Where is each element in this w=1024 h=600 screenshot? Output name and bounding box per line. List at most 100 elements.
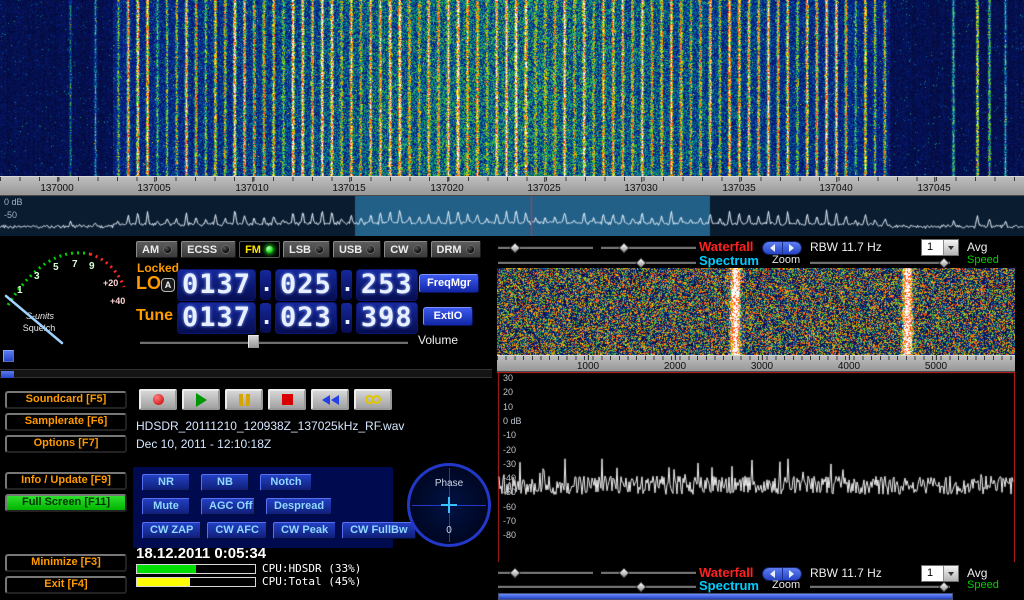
waterfall-contrast-slider[interactable]	[498, 244, 593, 253]
cw-fullbw-button[interactable]: CW FullBw	[342, 522, 415, 539]
avg-select[interactable]: 1	[921, 239, 959, 256]
smeter-tick-label: 9	[89, 261, 95, 272]
smeter-tick-label: 3	[34, 271, 40, 282]
zoom-slider[interactable]	[810, 583, 950, 592]
rewind-icon	[331, 395, 339, 405]
tuning-scrollbar[interactable]	[0, 369, 492, 378]
rewind-button[interactable]	[311, 389, 349, 410]
zoom-label: Zoom	[772, 579, 800, 591]
freq-ruler-label: 137015	[332, 183, 365, 194]
db-label: -80	[503, 530, 516, 540]
slider-thumb[interactable]	[635, 581, 646, 592]
options-button[interactable]: Options [F7]	[5, 435, 127, 453]
mode-button-cw[interactable]: CW	[384, 241, 427, 258]
freqmgr-button[interactable]: FreqMgr	[419, 274, 479, 293]
freq-group[interactable]: 023	[275, 302, 337, 334]
audio-freq-ruler[interactable]: 1000 2000 3000 4000 5000	[497, 355, 1015, 372]
mode-button-drm[interactable]: DRM	[431, 241, 481, 258]
mode-label: FM	[245, 244, 261, 256]
smeter-tick-label: 7	[72, 259, 78, 270]
spinner-right-icon[interactable]	[783, 242, 802, 254]
record-icon	[153, 394, 164, 405]
minimize-button[interactable]: Minimize [F3]	[5, 554, 127, 572]
mute-button[interactable]: Mute	[142, 498, 190, 515]
overview-spectrum[interactable]	[0, 196, 1024, 236]
audio-spectrum[interactable]	[497, 372, 1015, 562]
freq-group[interactable]: 0137	[177, 269, 256, 301]
samplerate-button[interactable]: Samplerate [F6]	[5, 413, 127, 431]
spectrum-label[interactable]: Spectrum	[699, 578, 759, 593]
db-label: -50	[503, 487, 516, 497]
main-waterfall[interactable]	[0, 0, 1024, 176]
slider-thumb[interactable]	[635, 257, 646, 268]
freq-group[interactable]: 025	[275, 269, 337, 301]
db-label: 20	[503, 387, 513, 397]
frequency-ruler[interactable]: 137000 137005 137010 137015 137020 13702…	[0, 176, 1024, 196]
phase-dial[interactable]: Phase 0	[407, 463, 491, 547]
freq-ruler-label: 137030	[624, 183, 657, 194]
mode-led-icon	[315, 245, 324, 254]
exit-button[interactable]: Exit [F4]	[5, 576, 127, 594]
extio-button[interactable]: ExtIO	[423, 307, 473, 326]
freq-ruler-label: 137035	[722, 183, 755, 194]
play-button[interactable]	[182, 389, 220, 410]
waterfall-brightness-slider[interactable]	[601, 244, 696, 253]
vfo-a-badge[interactable]: A	[161, 278, 175, 292]
volume-slider[interactable]	[140, 339, 408, 348]
lo-frequency-display[interactable]: 0137 . 025 . 253	[177, 269, 418, 301]
mode-button-lsb[interactable]: LSB	[283, 241, 330, 258]
mode-led-icon	[466, 245, 475, 254]
freq-group[interactable]: 253	[356, 269, 418, 301]
cw-zap-button[interactable]: CW ZAP	[142, 522, 201, 539]
play-icon	[196, 393, 207, 407]
cw-afc-button[interactable]: CW AFC	[207, 522, 267, 539]
nb-button[interactable]: NB	[201, 474, 249, 491]
freq-group[interactable]: 0137	[177, 302, 256, 334]
spinner-left-icon[interactable]	[763, 242, 783, 254]
slider-thumb[interactable]	[509, 242, 520, 253]
loop-button[interactable]	[354, 389, 392, 410]
despread-button[interactable]: Despread	[266, 498, 332, 515]
slider-thumb[interactable]	[939, 257, 950, 268]
freq-group[interactable]: 398	[356, 302, 418, 334]
notch-button[interactable]: Notch	[260, 474, 312, 491]
slider-thumb[interactable]	[618, 242, 629, 253]
cpu-total-label: CPU:Total (45%)	[262, 575, 361, 588]
avg-select[interactable]: 1	[921, 565, 959, 582]
db-label: 30	[503, 373, 513, 383]
scrollbar-thumb[interactable]	[1, 371, 14, 378]
slider-thumb[interactable]	[509, 567, 520, 578]
db-label: -60	[503, 502, 516, 512]
spectrum-scale-slider[interactable]	[498, 583, 696, 592]
zoom-spinner[interactable]	[762, 241, 802, 255]
speed-bar[interactable]	[498, 593, 953, 600]
mode-button-fm[interactable]: FM	[239, 241, 280, 258]
slider-thumb[interactable]	[618, 567, 629, 578]
mode-button-am[interactable]: AM	[136, 241, 178, 258]
info-update-button[interactable]: Info / Update [F9]	[5, 472, 127, 490]
record-button[interactable]	[139, 389, 177, 410]
mode-button-usb[interactable]: USB	[333, 241, 381, 258]
waterfall-brightness-slider[interactable]	[601, 569, 696, 578]
squelch-slider-thumb[interactable]	[3, 350, 14, 362]
waterfall-contrast-slider[interactable]	[498, 569, 593, 578]
chevron-down-icon[interactable]	[943, 566, 958, 581]
mode-button-ecss[interactable]: ECSS	[181, 241, 236, 258]
audio-waterfall[interactable]	[497, 268, 1015, 355]
zoom-slider[interactable]	[810, 259, 950, 268]
waterfall-label[interactable]: Waterfall	[699, 239, 753, 254]
cw-peak-button[interactable]: CW Peak	[273, 522, 336, 539]
soundcard-button[interactable]: Soundcard [F5]	[5, 391, 127, 409]
volume-slider-thumb[interactable]	[248, 335, 259, 348]
pause-button[interactable]	[225, 389, 263, 410]
nr-button[interactable]: NR	[142, 474, 190, 491]
spectrum-scale-slider[interactable]	[498, 259, 696, 268]
tune-frequency-display[interactable]: 0137 . 023 . 398	[177, 302, 418, 334]
slider-thumb[interactable]	[939, 581, 950, 592]
stop-button[interactable]	[268, 389, 306, 410]
pause-icon	[239, 394, 243, 406]
agc-button[interactable]: AGC Off	[201, 498, 255, 515]
chevron-down-icon[interactable]	[943, 240, 958, 255]
fullscreen-button[interactable]: Full Screen [F11]	[5, 494, 127, 512]
spectrum-label[interactable]: Spectrum	[699, 253, 759, 268]
